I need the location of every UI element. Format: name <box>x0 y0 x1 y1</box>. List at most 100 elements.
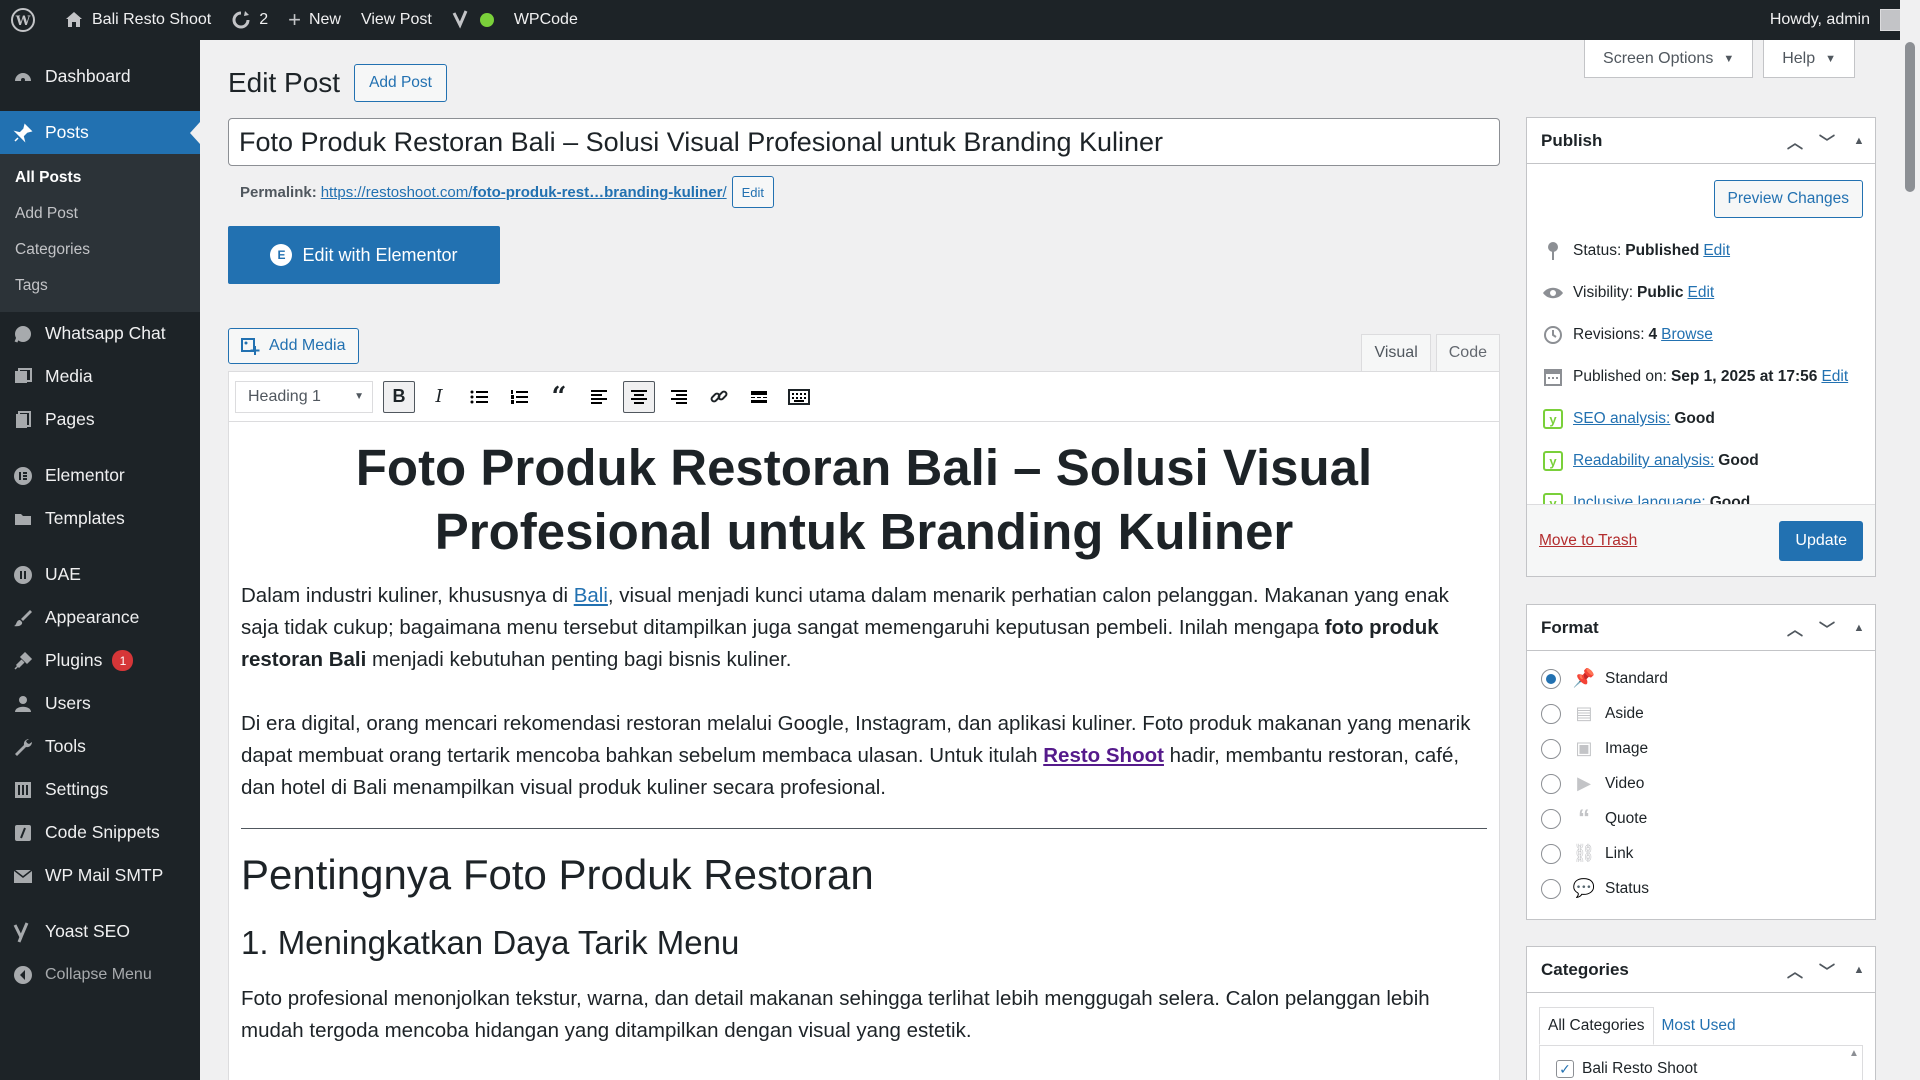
radio-quote[interactable] <box>1541 808 1561 829</box>
avatar[interactable] <box>1880 9 1902 31</box>
move-down-icon[interactable]: ﹀ <box>1811 958 1843 982</box>
format-option-image[interactable]: ▣ Image <box>1527 731 1875 766</box>
radio-aside[interactable] <box>1541 703 1561 724</box>
sidebar-item-users[interactable]: Users <box>0 682 200 725</box>
collapse-menu-button[interactable]: Collapse Menu <box>0 953 200 996</box>
radio-link[interactable] <box>1541 843 1561 864</box>
browse-revisions-link[interactable]: Browse <box>1661 326 1713 344</box>
permalink-edit-button[interactable]: Edit <box>731 176 775 208</box>
updates-link[interactable]: 2 <box>221 0 278 40</box>
seo-status-dot <box>479 13 494 27</box>
published-on-edit-link[interactable]: Edit <box>1821 368 1848 386</box>
sidebar-item-elementor[interactable]: Elementor <box>0 454 200 497</box>
sidebar-item-tools[interactable]: Tools <box>0 725 200 768</box>
sidebar-item-uae[interactable]: UAE <box>0 553 200 596</box>
help-button[interactable]: Help ▼ <box>1763 40 1855 78</box>
visibility-edit-link[interactable]: Edit <box>1688 284 1715 302</box>
submenu-add-post[interactable]: Add Post <box>0 196 200 232</box>
radio-standard[interactable] <box>1541 668 1561 689</box>
read-more-button[interactable] <box>743 381 775 413</box>
yoast-good-icon: y <box>1543 451 1563 471</box>
sidebar-item-plugins[interactable]: Plugins 1 <box>0 639 200 682</box>
insert-link-button[interactable] <box>703 381 735 413</box>
radio-video[interactable] <box>1541 773 1561 794</box>
format-option-quote[interactable]: “ Quote <box>1527 801 1875 836</box>
category-scrollbar[interactable]: ▲ <box>1848 1048 1860 1080</box>
align-right-button[interactable] <box>663 381 695 413</box>
editor-content[interactable]: Foto Produk Restoran Bali – Solusi Visua… <box>229 422 1499 1047</box>
format-option-status[interactable]: 💬 Status <box>1527 871 1875 906</box>
view-post-link[interactable]: View Post <box>351 0 442 40</box>
update-button[interactable]: Update <box>1779 520 1863 561</box>
wpcode-link[interactable]: WPCode <box>504 0 588 40</box>
format-title: Format <box>1541 617 1599 637</box>
numbered-list-button[interactable] <box>503 381 535 413</box>
move-down-icon[interactable]: ﹀ <box>1811 129 1843 153</box>
sidebar-item-dashboard[interactable]: Dashboard <box>0 55 200 98</box>
readability-analysis-link[interactable]: Readability analysis: <box>1573 452 1714 470</box>
sidebar-item-yoast[interactable]: Yoast SEO <box>0 910 200 953</box>
toggle-panel-icon[interactable]: ▲ <box>1843 964 1875 976</box>
resto-shoot-link[interactable]: Resto Shoot <box>1043 744 1164 767</box>
tab-code[interactable]: Code <box>1435 334 1500 372</box>
sidebar-item-code-snippets[interactable]: Code Snippets <box>0 811 200 854</box>
submenu-tags[interactable]: Tags <box>0 268 200 304</box>
format-option-link[interactable]: ⛓ Link <box>1527 836 1875 871</box>
tab-most-used[interactable]: Most Used <box>1654 1007 1744 1045</box>
sidebar-item-wp-mail-smtp[interactable]: WP Mail SMTP <box>0 854 200 897</box>
add-media-button[interactable]: Add Media <box>228 328 359 364</box>
move-up-icon[interactable]: ︿ <box>1779 129 1811 153</box>
sidebar-item-posts[interactable]: Posts <box>0 111 200 154</box>
sidebar-item-pages[interactable]: Pages <box>0 398 200 441</box>
add-post-button[interactable]: Add Post <box>354 64 447 102</box>
radio-image[interactable] <box>1541 738 1561 759</box>
move-up-icon[interactable]: ︿ <box>1779 958 1811 982</box>
blockquote-button[interactable]: “ <box>543 381 575 413</box>
move-up-icon[interactable]: ︿ <box>1779 616 1811 640</box>
toggle-panel-icon[interactable]: ▲ <box>1843 622 1875 634</box>
bullet-list-button[interactable] <box>463 381 495 413</box>
category-checklist: ✓ Bali Resto Shoot ▲ <box>1539 1045 1863 1080</box>
mail-icon <box>12 865 34 887</box>
sidebar-item-media[interactable]: Media <box>0 355 200 398</box>
sidebar-item-settings[interactable]: Settings <box>0 768 200 811</box>
wordpress-logo-icon[interactable]: W <box>0 0 54 40</box>
toggle-panel-icon[interactable]: ▲ <box>1843 135 1875 147</box>
tab-all-categories[interactable]: All Categories <box>1539 1007 1654 1045</box>
block-format-select[interactable]: Heading 1 ▼ <box>235 380 373 413</box>
yoast-adminbar-link[interactable] <box>442 0 504 40</box>
scrollbar-thumb[interactable] <box>1905 42 1915 192</box>
sidebar-item-templates[interactable]: Templates <box>0 497 200 540</box>
move-down-icon[interactable]: ﹀ <box>1811 616 1843 640</box>
submenu-categories[interactable]: Categories <box>0 232 200 268</box>
format-option-video[interactable]: ▶ Video <box>1527 766 1875 801</box>
post-editor[interactable]: Heading 1 ▼ B I “ Foto Produk Restoran B… <box>228 371 1500 1080</box>
tab-visual[interactable]: Visual <box>1361 334 1431 372</box>
sidebar-item-appearance[interactable]: Appearance <box>0 596 200 639</box>
post-title-input[interactable]: Foto Produk Restoran Bali – Solusi Visua… <box>228 118 1500 166</box>
status-edit-link[interactable]: Edit <box>1703 242 1730 260</box>
new-content-link[interactable]: + New <box>278 0 351 40</box>
bold-button[interactable]: B <box>383 380 415 413</box>
italic-button[interactable]: I <box>423 381 455 413</box>
sidebar-item-label: Media <box>45 366 93 386</box>
screen-options-button[interactable]: Screen Options ▼ <box>1584 40 1754 78</box>
window-scrollbar[interactable] <box>1900 0 1920 1080</box>
category-checkbox[interactable]: ✓ <box>1556 1060 1574 1078</box>
seo-analysis-link[interactable]: SEO analysis: <box>1573 410 1670 428</box>
submenu-all-posts[interactable]: All Posts <box>0 160 200 196</box>
bali-link[interactable]: Bali <box>574 584 608 607</box>
permalink-url[interactable]: https://restoshoot.com/foto-produk-rest…… <box>321 184 727 201</box>
align-left-button[interactable] <box>583 381 615 413</box>
format-option-aside[interactable]: ▤ Aside <box>1527 696 1875 731</box>
format-option-standard[interactable]: 📌 Standard <box>1527 661 1875 696</box>
preview-changes-button[interactable]: Preview Changes <box>1713 180 1863 218</box>
move-to-trash-link[interactable]: Move to Trash <box>1539 532 1637 550</box>
sidebar-item-whatsapp[interactable]: Whatsapp Chat <box>0 312 200 355</box>
align-center-button[interactable] <box>623 380 655 413</box>
toolbar-toggle-button[interactable] <box>783 381 815 413</box>
site-name-link[interactable]: Bali Resto Shoot <box>54 0 221 40</box>
howdy-greeting[interactable]: Howdy, admin <box>1770 11 1870 29</box>
edit-with-elementor-button[interactable]: E Edit with Elementor <box>228 226 500 284</box>
radio-status[interactable] <box>1541 878 1561 899</box>
